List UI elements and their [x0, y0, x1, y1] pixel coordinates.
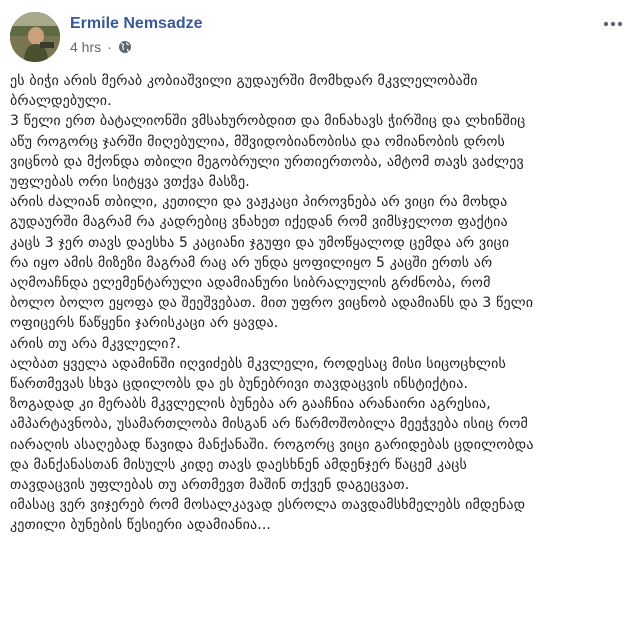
post-text-line: ეს ბიჭი არის მერაბ კობიაშვილი გუდაურში მ… — [10, 73, 478, 89]
post-text-line: კაცს 3 ჯერ თავს დაესხა 5 კაციანი ჯგუფი დ… — [10, 234, 510, 251]
post-text-line: რა იყო ამის მიზეზი მაგრამ რაც არ უნდა ყო… — [10, 254, 493, 271]
post-text-line: ზოგადად კი მერაბს მკვლელის ბუნება არ გაა… — [10, 396, 491, 413]
post-text-line: გუდაურში მაგრამ რა კადრებიც ვნახეთ იქედა… — [10, 214, 508, 231]
post-text-line: არის თუ არა მკვლელი?. — [10, 335, 181, 352]
post-body-text: ეს ბიჭი არის მერაბ კობიაშვილი გუდაურში მ… — [10, 71, 625, 536]
post-text-line: ბოლო ბოლო ეყოფა და შეეშვებათ. მით უფრო ვ… — [10, 295, 534, 312]
post-text-line: და მანქანასთან მისულს კიდე თავს დაესხნენ… — [10, 456, 468, 473]
author-name[interactable]: Ermile Nemsadze — [70, 15, 203, 33]
post-text-line: უფლებას ორი სიტყვა ვთქვა მასზე. — [10, 174, 250, 191]
facebook-post: Ermile Nemsadze 4 hrs · ეს ბიჭი არის მერ… — [0, 0, 635, 635]
post-text-line: აწუ როგორც ჯარში მიღებულია, მშვიდობიანობ… — [10, 133, 506, 150]
post-text-line: ალბათ ყველა ადამინში იღვიძებს მკვლელი, რ… — [10, 355, 506, 372]
post-text-line: აღმოაჩნდა ელემენტარული ადამიანური სიბრალ… — [10, 275, 491, 292]
post-text-line: არის ძალიან თბილი, კეთილი და ვაჟკაცი პირ… — [10, 194, 508, 211]
post-meta: 4 hrs · — [70, 39, 132, 55]
more-horizontal-icon[interactable] — [601, 14, 625, 34]
post-text-line: ბრალდებული. — [10, 93, 112, 110]
post-text-line: იმასაც ვერ ვიჯერებ რომ მოსალკავად ესროლა… — [10, 497, 526, 514]
timestamp[interactable]: 4 hrs — [70, 39, 101, 55]
profile-photo — [10, 12, 60, 62]
post-header: Ermile Nemsadze 4 hrs · — [10, 12, 625, 62]
globe-icon[interactable] — [118, 40, 132, 54]
post-text-line: ამპარტავნობა, უსამართლობა მისგან არ წარმ… — [10, 416, 529, 433]
post-text-line: თავდაცვის უფლებას თუ ართმევთ მაშინ თქვენ… — [10, 477, 410, 494]
meta-separator: · — [107, 39, 112, 55]
post-text-line: 3 წელი ერთ ბატალიონში ვმსახურობდით და მი… — [10, 113, 526, 130]
author-avatar[interactable] — [10, 12, 60, 62]
post-text-line: ოფიცერს წაწყენი ჯარისკაცი არ ყავდა. — [10, 315, 279, 332]
post-text-line: წართმევას სხვა ცდილობს და ეს ბუნებრივი თ… — [10, 376, 469, 393]
post-text-line: იარაღის ასაღებად წავიდა მანქანაში. როგორ… — [10, 436, 534, 453]
post-text-line: ვიცნობ და მქონდა თბილი მეგობრული ურთიერთ… — [10, 153, 524, 170]
post-text-line: კეთილი ბუნების წესიერი ადამიანია... — [10, 517, 272, 534]
